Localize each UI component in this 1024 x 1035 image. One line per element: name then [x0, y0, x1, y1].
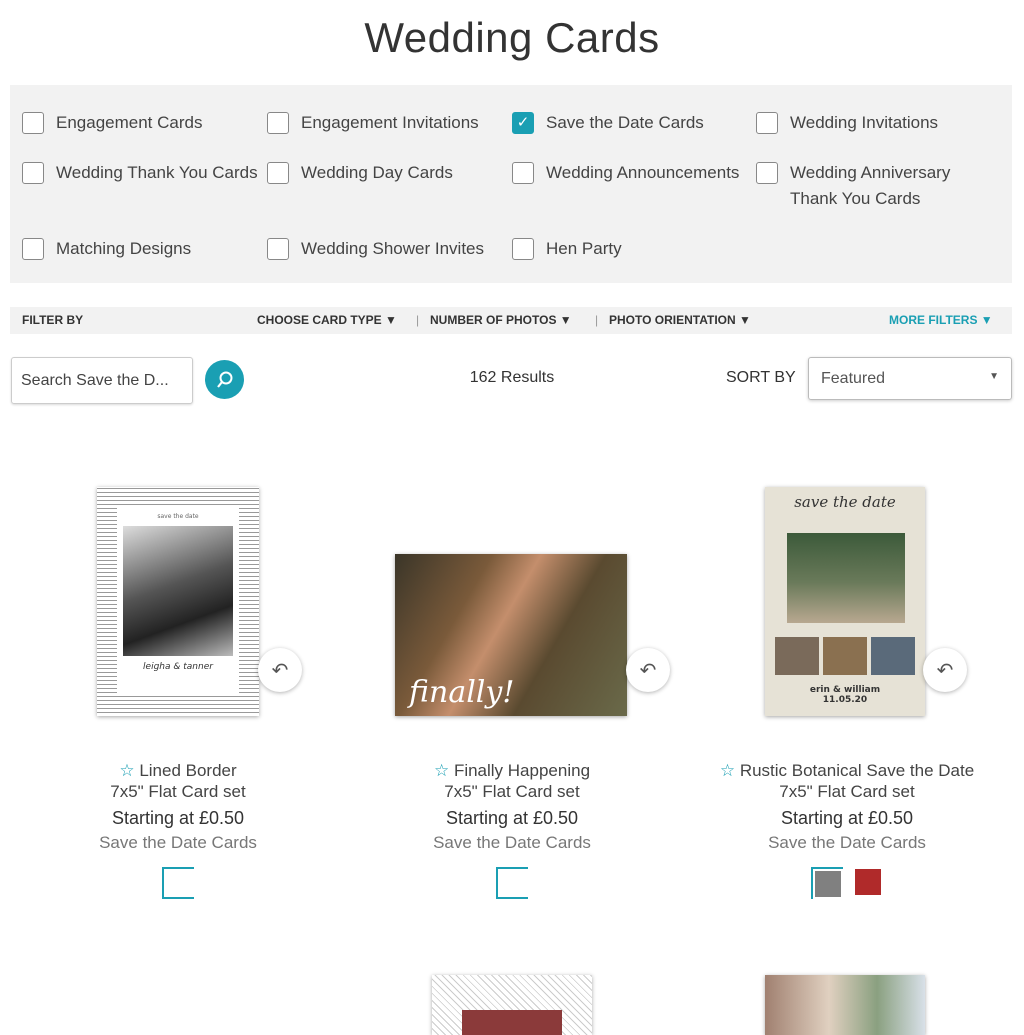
checkbox-icon: ✓: [512, 112, 534, 134]
rotate-icon: ↶: [936, 658, 954, 682]
checkbox-icon: [267, 162, 289, 184]
product-info: ☆ Finally Happening 7x5" Flat Card set S…: [352, 760, 672, 899]
filter-bar: FILTER BY CHOOSE CARD TYPE ▼ | NUMBER OF…: [10, 307, 1012, 334]
flip-card-button[interactable]: ↶: [258, 648, 302, 692]
favorite-star-icon[interactable]: ☆: [119, 761, 134, 780]
product-name[interactable]: Lined Border: [139, 761, 236, 780]
search-input[interactable]: Search Save the D...: [11, 357, 193, 404]
product-name[interactable]: Finally Happening: [454, 761, 590, 780]
color-swatch[interactable]: [162, 867, 194, 899]
filter-by-label: FILTER BY: [22, 313, 84, 327]
caret-down-icon: ▼: [989, 371, 999, 382]
page-title: Wedding Cards: [364, 14, 660, 61]
category-checkbox[interactable]: Wedding Invitations: [756, 110, 938, 136]
checkbox-icon: [756, 112, 778, 134]
product-image-rustic-botanical[interactable]: save the date erin & william 11.05.20: [765, 487, 925, 716]
checkbox-icon: [267, 238, 289, 260]
product-size: 7x5" Flat Card set: [779, 782, 915, 801]
flip-card-button[interactable]: ↶: [923, 648, 967, 692]
card-type-filter[interactable]: CHOOSE CARD TYPE ▼: [257, 313, 397, 327]
product-category: Save the Date Cards: [433, 833, 591, 852]
product-size: 7x5" Flat Card set: [444, 782, 580, 801]
favorite-star-icon[interactable]: ☆: [434, 761, 449, 780]
product-price: Starting at £0.50: [111, 808, 245, 828]
checkbox-icon: [22, 112, 44, 134]
product-info: ☆ Rustic Botanical Save the Date 7x5" Fl…: [687, 760, 1007, 899]
checkbox-icon: [267, 112, 289, 134]
photos-filter[interactable]: NUMBER OF PHOTOS ▼: [430, 313, 572, 327]
orientation-filter[interactable]: PHOTO ORIENTATION ▼: [609, 313, 751, 327]
checkbox-icon: [22, 162, 44, 184]
category-checkbox[interactable]: Engagement Cards: [22, 110, 202, 136]
sort-select[interactable]: Featured ▼: [808, 357, 1012, 400]
color-swatch[interactable]: [811, 867, 843, 899]
category-checkbox[interactable]: Wedding Anniversary Thank You Cards: [756, 160, 956, 212]
more-filters-button[interactable]: MORE FILTERS ▼: [889, 313, 993, 327]
category-checkbox[interactable]: Wedding Day Cards: [267, 160, 453, 186]
category-checkbox[interactable]: Engagement Invitations: [267, 110, 479, 136]
product-category: Save the Date Cards: [99, 833, 257, 852]
product-image-lined-border[interactable]: save the date leigha & tanner: [97, 487, 259, 716]
rotate-icon: ↶: [639, 658, 657, 682]
flip-card-button[interactable]: ↶: [626, 648, 670, 692]
rotate-icon: ↶: [271, 658, 289, 682]
category-checkbox[interactable]: Matching Designs: [22, 236, 191, 262]
color-swatch[interactable]: [853, 867, 883, 899]
product-price: Starting at £0.50: [445, 808, 579, 828]
category-checkbox[interactable]: ✓ Save the Date Cards: [512, 110, 704, 136]
color-swatch[interactable]: [496, 867, 528, 899]
favorite-star-icon[interactable]: ☆: [720, 761, 735, 780]
category-checkbox[interactable]: Wedding Shower Invites: [267, 236, 484, 262]
product-info: ☆ Lined Border 7x5" Flat Card set Starti…: [18, 760, 338, 899]
category-checkbox[interactable]: Hen Party: [512, 236, 622, 262]
product-category: Save the Date Cards: [768, 833, 926, 852]
category-checkbox[interactable]: Wedding Announcements: [512, 160, 739, 186]
product-size: 7x5" Flat Card set: [110, 782, 246, 801]
category-checkbox[interactable]: Wedding Thank You Cards: [22, 160, 258, 186]
product-image[interactable]: [765, 975, 925, 1035]
checkbox-icon: [22, 238, 44, 260]
search-icon: [216, 371, 232, 388]
product-price: Starting at £0.50: [780, 808, 914, 828]
search-button[interactable]: [205, 360, 244, 399]
checkbox-icon: [512, 238, 534, 260]
sort-label: SORT BY: [726, 369, 796, 386]
product-image-finally-happening[interactable]: finally!: [395, 554, 627, 716]
checkbox-icon: [756, 162, 778, 184]
results-count: 162 Results: [469, 369, 555, 386]
product-image[interactable]: [432, 975, 592, 1035]
checkbox-icon: [512, 162, 534, 184]
product-name[interactable]: Rustic Botanical Save the Date: [740, 761, 974, 780]
